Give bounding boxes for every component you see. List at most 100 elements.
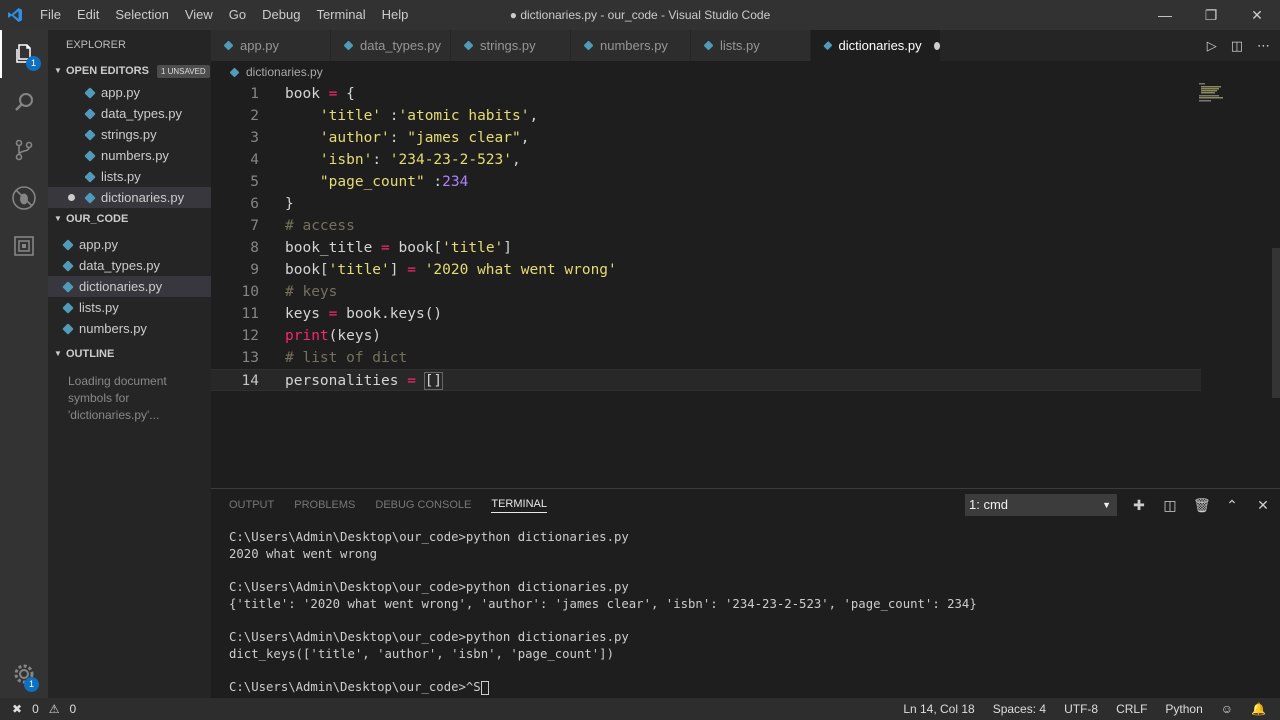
code-editor[interactable]: 1 book = { 2 'title' :'atomic habits', 3… [211,83,1280,488]
outline-header[interactable]: ▼ OUTLINE [48,343,211,365]
tab-output[interactable]: OUTPUT [229,499,274,511]
line-number: 1 [250,86,259,102]
open-editor-item-active[interactable]: dictionaries.py [48,187,211,208]
folder-label: OUR_CODE [66,213,129,225]
bell-icon[interactable]: 🔔 [1251,702,1266,716]
title-bar: File Edit Selection View Go Debug Termin… [0,0,1280,30]
explorer-icon[interactable]: 1 [0,30,48,78]
folder-file-item-selected[interactable]: dictionaries.py [48,276,211,297]
tab-numbers[interactable]: numbers.py [571,30,691,61]
open-editor-item[interactable]: numbers.py [48,145,211,166]
terminal-output[interactable]: C:\Users\Admin\Desktop\our_code>python d… [229,529,977,696]
line-number: 2 [250,108,259,124]
menu-terminal[interactable]: Terminal [308,0,373,30]
line-number: 6 [250,196,259,212]
source-control-icon[interactable] [0,126,48,174]
trash-icon[interactable]: 🗑 [1193,497,1211,514]
terminal-line: C:\Users\Admin\Desktop\our_code>python d… [229,530,629,544]
bottom-panel: OUTPUT PROBLEMS DEBUG CONSOLE TERMINAL 1… [211,488,1280,698]
status-bar: ✖ 0 ⚠ 0 Ln 14, Col 18 Spaces: 4 UTF-8 CR… [0,698,1280,720]
extensions-icon[interactable] [0,222,48,270]
code-text: keys = book.keys() [285,306,443,322]
minimize-icon[interactable]: — [1142,0,1188,30]
unsaved-dot-icon[interactable] [933,41,940,50]
menu-view[interactable]: View [177,0,221,30]
python-file-icon [84,107,96,120]
feedback-icon[interactable]: ☺ [1221,702,1233,716]
tab-lists[interactable]: lists.py [691,30,811,61]
file-label: lists.py [101,169,141,184]
open-editor-item[interactable]: strings.py [48,124,211,145]
maximize-panel-icon[interactable]: ⌃ [1224,497,1240,514]
breadcrumb[interactable]: dictionaries.py [211,61,1280,83]
vertical-scrollbar[interactable] [1272,248,1280,398]
language-mode[interactable]: Python [1165,702,1202,716]
menu-debug[interactable]: Debug [254,0,308,30]
python-file-icon [463,40,474,51]
status-left[interactable]: ✖ 0 ⚠ 0 [12,702,76,716]
tab-dictionaries[interactable]: dictionaries.py [811,30,941,61]
code-text: } [285,196,294,212]
new-terminal-icon[interactable]: ✚ [1131,497,1147,514]
sidebar-title: EXPLORER [66,39,126,51]
restore-icon[interactable]: ❐ [1188,0,1234,30]
menu-go[interactable]: Go [221,0,254,30]
split-terminal-icon[interactable]: ◫ [1162,497,1178,514]
tab-strings[interactable]: strings.py [451,30,571,61]
tab-app[interactable]: app.py [211,30,331,61]
menu-selection[interactable]: Selection [107,0,176,30]
outline-message-line: 'dictionaries.py'... [68,408,160,422]
minimap[interactable] [1199,83,1229,103]
terminal-select[interactable]: 1: cmd ▼ [965,494,1117,516]
more-actions-icon[interactable]: ⋯ [1257,38,1270,54]
python-file-icon [84,149,96,162]
folder-header[interactable]: ▼ OUR_CODE [48,208,211,230]
debug-icon[interactable] [0,174,48,222]
open-editor-item[interactable]: app.py [48,82,211,103]
folder-file-item[interactable]: numbers.py [48,318,211,339]
vscode-logo-icon [0,0,30,30]
terminal-line: 2020 what went wrong [229,546,378,561]
end-of-line[interactable]: CRLF [1116,702,1147,716]
tab-terminal[interactable]: TERMINAL [491,498,547,513]
line-number: 12 [241,328,259,344]
code-text: book['title'] = '2020 what went wrong' [285,262,617,278]
breadcrumb-file[interactable]: dictionaries.py [246,65,323,79]
code-text: # list of dict [285,350,408,366]
menu-help[interactable]: Help [374,0,417,30]
menu-bar: File Edit Selection View Go Debug Termin… [32,0,416,30]
open-editors-header[interactable]: ▼ OPEN EDITORS 1 UNSAVED [48,60,211,82]
cursor-position[interactable]: Ln 14, Col 18 [903,702,974,716]
python-file-icon [703,40,714,51]
split-editor-icon[interactable]: ◫ [1231,38,1243,54]
code-text: personalities = [] [285,372,444,390]
panel-tabs: OUTPUT PROBLEMS DEBUG CONSOLE TERMINAL [229,489,547,521]
file-label: app.py [101,85,141,100]
code-text: # keys [285,284,338,300]
code-text: 'isbn': '234-23-2-523', [319,152,521,168]
indentation[interactable]: Spaces: 4 [993,702,1046,716]
tab-debug-console[interactable]: DEBUG CONSOLE [375,499,471,511]
editor-actions: ▷ ◫ ⋯ [1207,30,1270,61]
settings-gear-icon[interactable]: 1 [0,650,48,698]
tab-data-types[interactable]: data_types.py [331,30,451,61]
folder-file-item[interactable]: app.py [48,234,211,255]
folder-file-item[interactable]: data_types.py [48,255,211,276]
settings-badge: 1 [24,677,39,692]
encoding[interactable]: UTF-8 [1064,702,1098,716]
run-icon[interactable]: ▷ [1207,38,1217,54]
python-file-icon [583,40,594,51]
code-text: book = { [285,86,355,102]
close-icon[interactable]: ✕ [1234,0,1280,30]
folder-file-item[interactable]: lists.py [48,297,211,318]
search-icon[interactable] [0,78,48,126]
menu-file[interactable]: File [32,0,69,30]
open-editor-item[interactable]: data_types.py [48,103,211,124]
menu-edit[interactable]: Edit [69,0,107,30]
terminal-prompt: C:\Users\Admin\Desktop\our_code>^S [229,680,481,695]
line-number: 4 [250,152,259,168]
open-editor-item[interactable]: lists.py [48,166,211,187]
close-panel-icon[interactable]: ✕ [1255,497,1271,514]
tab-problems[interactable]: PROBLEMS [294,499,355,511]
